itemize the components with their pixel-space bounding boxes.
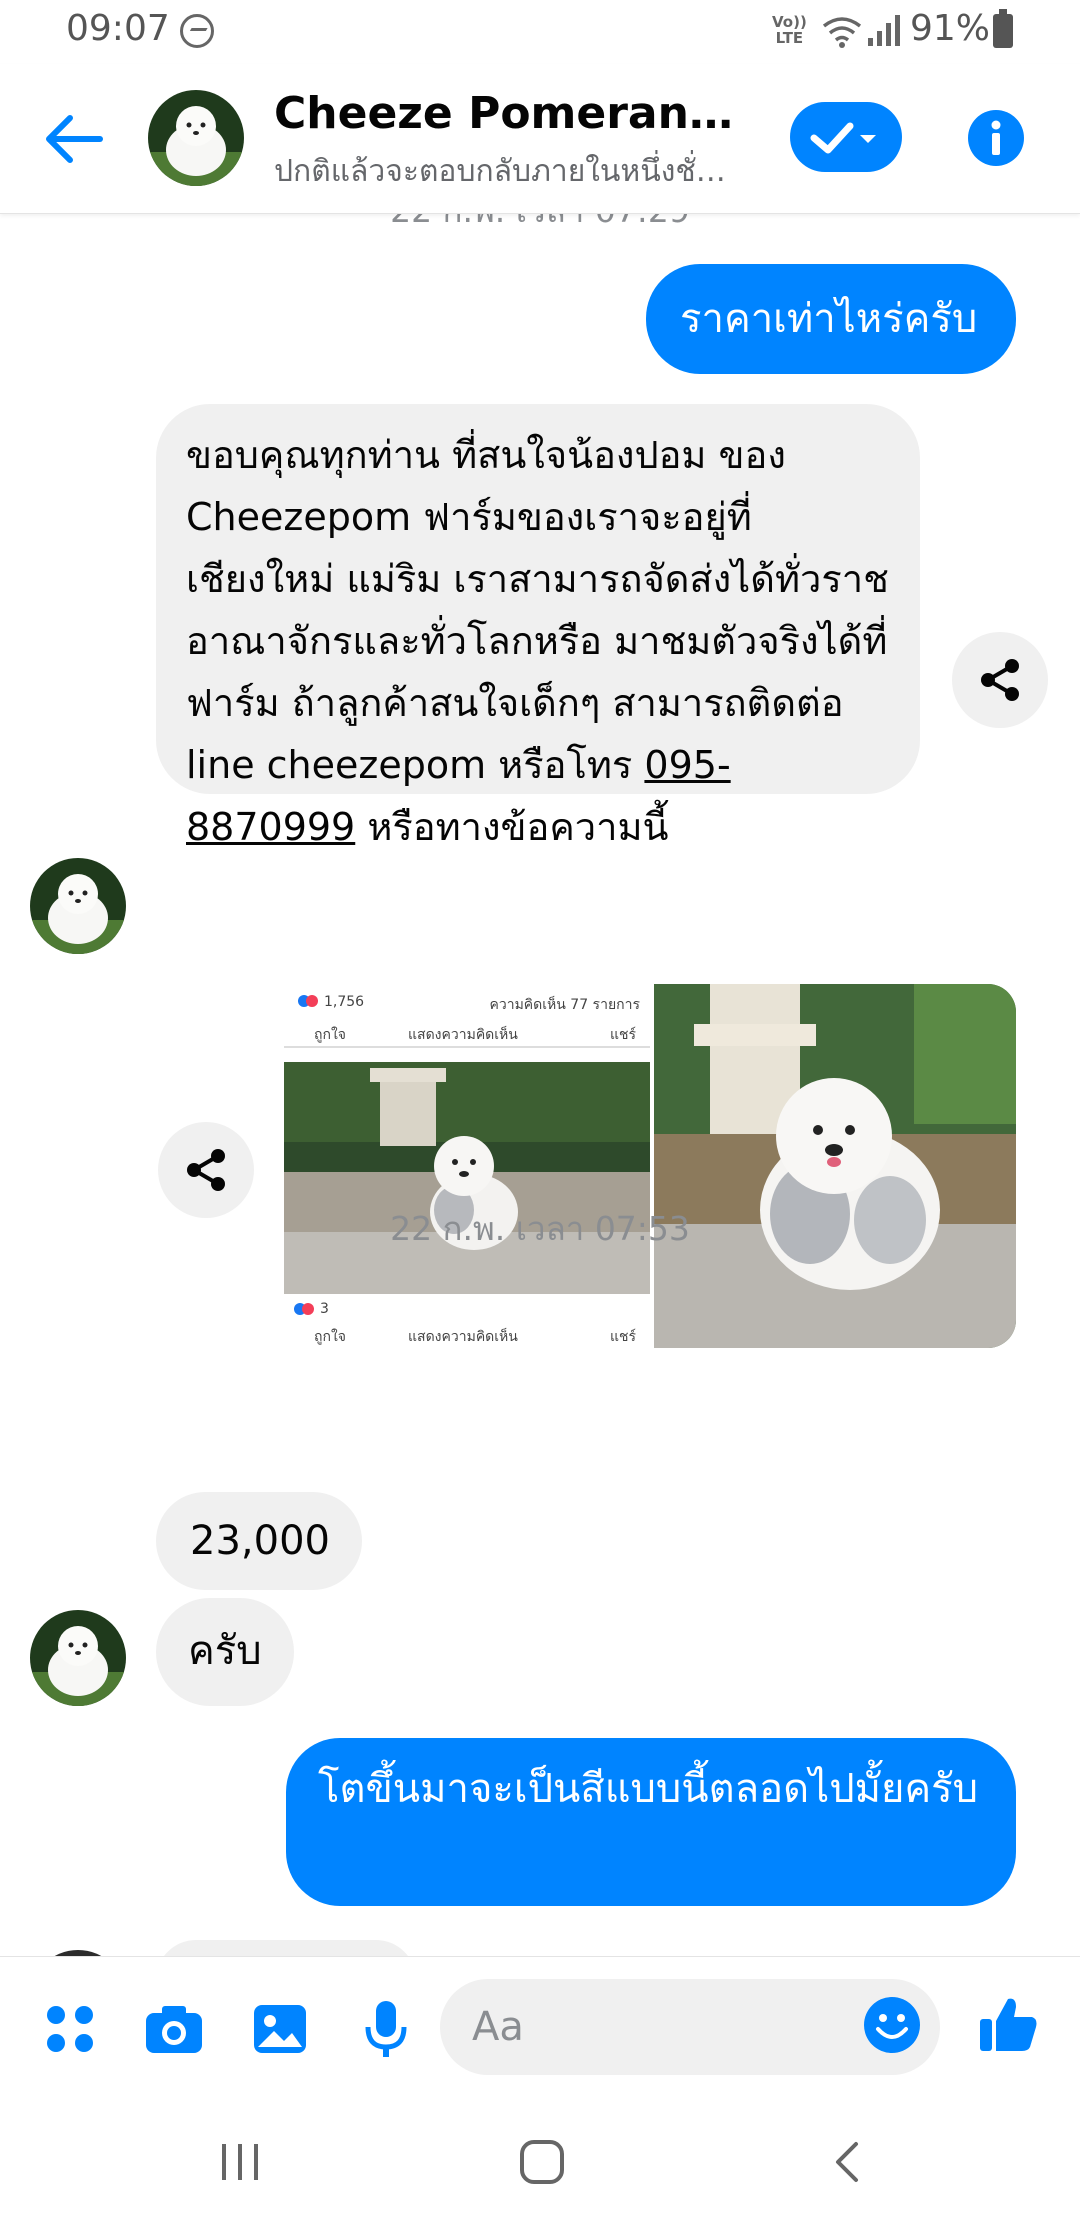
like-action: ถูกใจ — [314, 1329, 346, 1345]
message-text: ราคาเท่าไหร่ครับ — [680, 296, 978, 342]
incoming-message[interactable]: ครับ — [156, 1598, 294, 1706]
photo-attachment[interactable] — [654, 984, 1016, 1348]
photo-attachment-screenshot[interactable]: 1,756 ความคิดเห็น 77 รายการ ถูกใจ แสดงคว… — [284, 984, 650, 1348]
message-text: 23,000 — [190, 1518, 330, 1564]
response-time-subtitle: ปกติแล้วจะตอบกลับภายในหนึ่งชั่… — [274, 154, 726, 189]
thumbs-up-icon[interactable] — [976, 1991, 1040, 2055]
signal-icon — [868, 15, 900, 46]
like-action: ถูกใจ — [314, 1027, 346, 1043]
home-icon[interactable] — [518, 2138, 566, 2186]
back-arrow-icon[interactable] — [40, 104, 110, 174]
post-stats-bar: 1,756 ความคิดเห็น 77 รายการ — [284, 992, 650, 1016]
info-button[interactable] — [968, 110, 1024, 166]
mark-done-button[interactable] — [790, 102, 902, 172]
recent-apps-icon[interactable] — [218, 2140, 262, 2184]
gallery-icon[interactable] — [248, 1997, 312, 2061]
message-thread[interactable]: 22 ก.พ. เวลา 07:29 ราคาเท่าไหร่ครับ ขอบค… — [0, 214, 1080, 1956]
status-time: 09:07 — [66, 8, 170, 49]
conversation-header: Cheeze Pomeranian… ปกติแล้วจะตอบกลับภายใ… — [0, 64, 1080, 214]
reaction-count: 3 — [320, 1301, 329, 1317]
battery-icon — [993, 9, 1013, 48]
message-composer — [0, 1956, 1080, 2096]
post-actions-bar-bottom: ถูกใจ แสดงความคิดเห็น แชร์ — [284, 1324, 650, 1345]
back-nav-icon[interactable] — [826, 2140, 870, 2184]
share-icon — [187, 1149, 225, 1191]
message-text: ขอบคุณทุกท่าน ที่สนใจน้องปอม ของ Cheezep… — [186, 433, 889, 787]
message-input[interactable] — [472, 1999, 852, 2055]
message-timestamp-partial: 22 ก.พ. เวลา 07:29 — [0, 214, 1080, 237]
incoming-message[interactable]: 23,000 — [156, 1492, 362, 1590]
share-action: แชร์ — [609, 1329, 636, 1345]
microphone-icon[interactable] — [354, 1997, 418, 2061]
share-action: แชร์ — [609, 1027, 636, 1043]
volte-indicator: Vo)) LTE — [772, 14, 807, 46]
avatar[interactable] — [30, 1610, 126, 1706]
comment-action: แสดงความคิดเห็น — [408, 1027, 518, 1043]
message-input-box[interactable] — [440, 1979, 940, 2075]
info-icon — [991, 120, 1001, 155]
page-title[interactable]: Cheeze Pomeranian… — [274, 88, 734, 139]
system-navigation-bar — [0, 2096, 1080, 2220]
pomeranian-photo — [284, 1062, 650, 1294]
volte-bottom-label: LTE — [775, 29, 804, 47]
camera-icon[interactable] — [142, 1997, 206, 2061]
incoming-message[interactable]: ขอบคุณทุกท่าน ที่สนใจน้องปอม ของ Cheezep… — [156, 404, 920, 849]
messenger-notification-icon — [180, 14, 214, 48]
post-stats-bar-bottom: 3 — [284, 1300, 650, 1320]
reaction-count: 1,756 — [324, 994, 365, 1010]
status-bar: 09:07 Vo)) LTE 91% — [0, 0, 1080, 64]
share-icon — [981, 659, 1019, 701]
outgoing-message[interactable]: โตขึ้นมาจะเป็นสีแบบนี้ตลอดไปมั้ยครับ — [286, 1738, 1016, 1906]
comment-count: ความคิดเห็น 77 รายการ — [489, 997, 640, 1013]
message-text-end: หรือทางข้อความนี้ — [355, 805, 669, 849]
message-text: ครับ — [188, 1628, 262, 1674]
message-timestamp: 22 ก.พ. เวลา 07:53 — [390, 1209, 690, 1248]
outgoing-message[interactable]: ราคาเท่าไหร่ครับ — [646, 264, 1016, 374]
comment-action: แสดงความคิดเห็น — [408, 1329, 518, 1345]
avatar[interactable] — [30, 858, 126, 954]
battery-percent: 91% — [910, 8, 991, 49]
apps-icon[interactable] — [38, 1997, 102, 2061]
wifi-icon — [822, 17, 862, 48]
emoji-icon[interactable] — [862, 1995, 922, 2055]
message-text: โตขึ้นมาจะเป็นสีแบบนี้ตลอดไปมั้ยครับ — [318, 1766, 979, 1812]
post-actions-bar: ถูกใจ แสดงความคิดเห็น แชร์ — [284, 1020, 650, 1048]
avatar[interactable] — [148, 90, 244, 186]
pomeranian-photo — [654, 984, 1016, 1348]
incoming-message-partial — [156, 1940, 416, 1956]
check-dropdown-icon — [810, 122, 876, 154]
share-button[interactable] — [952, 632, 1048, 728]
